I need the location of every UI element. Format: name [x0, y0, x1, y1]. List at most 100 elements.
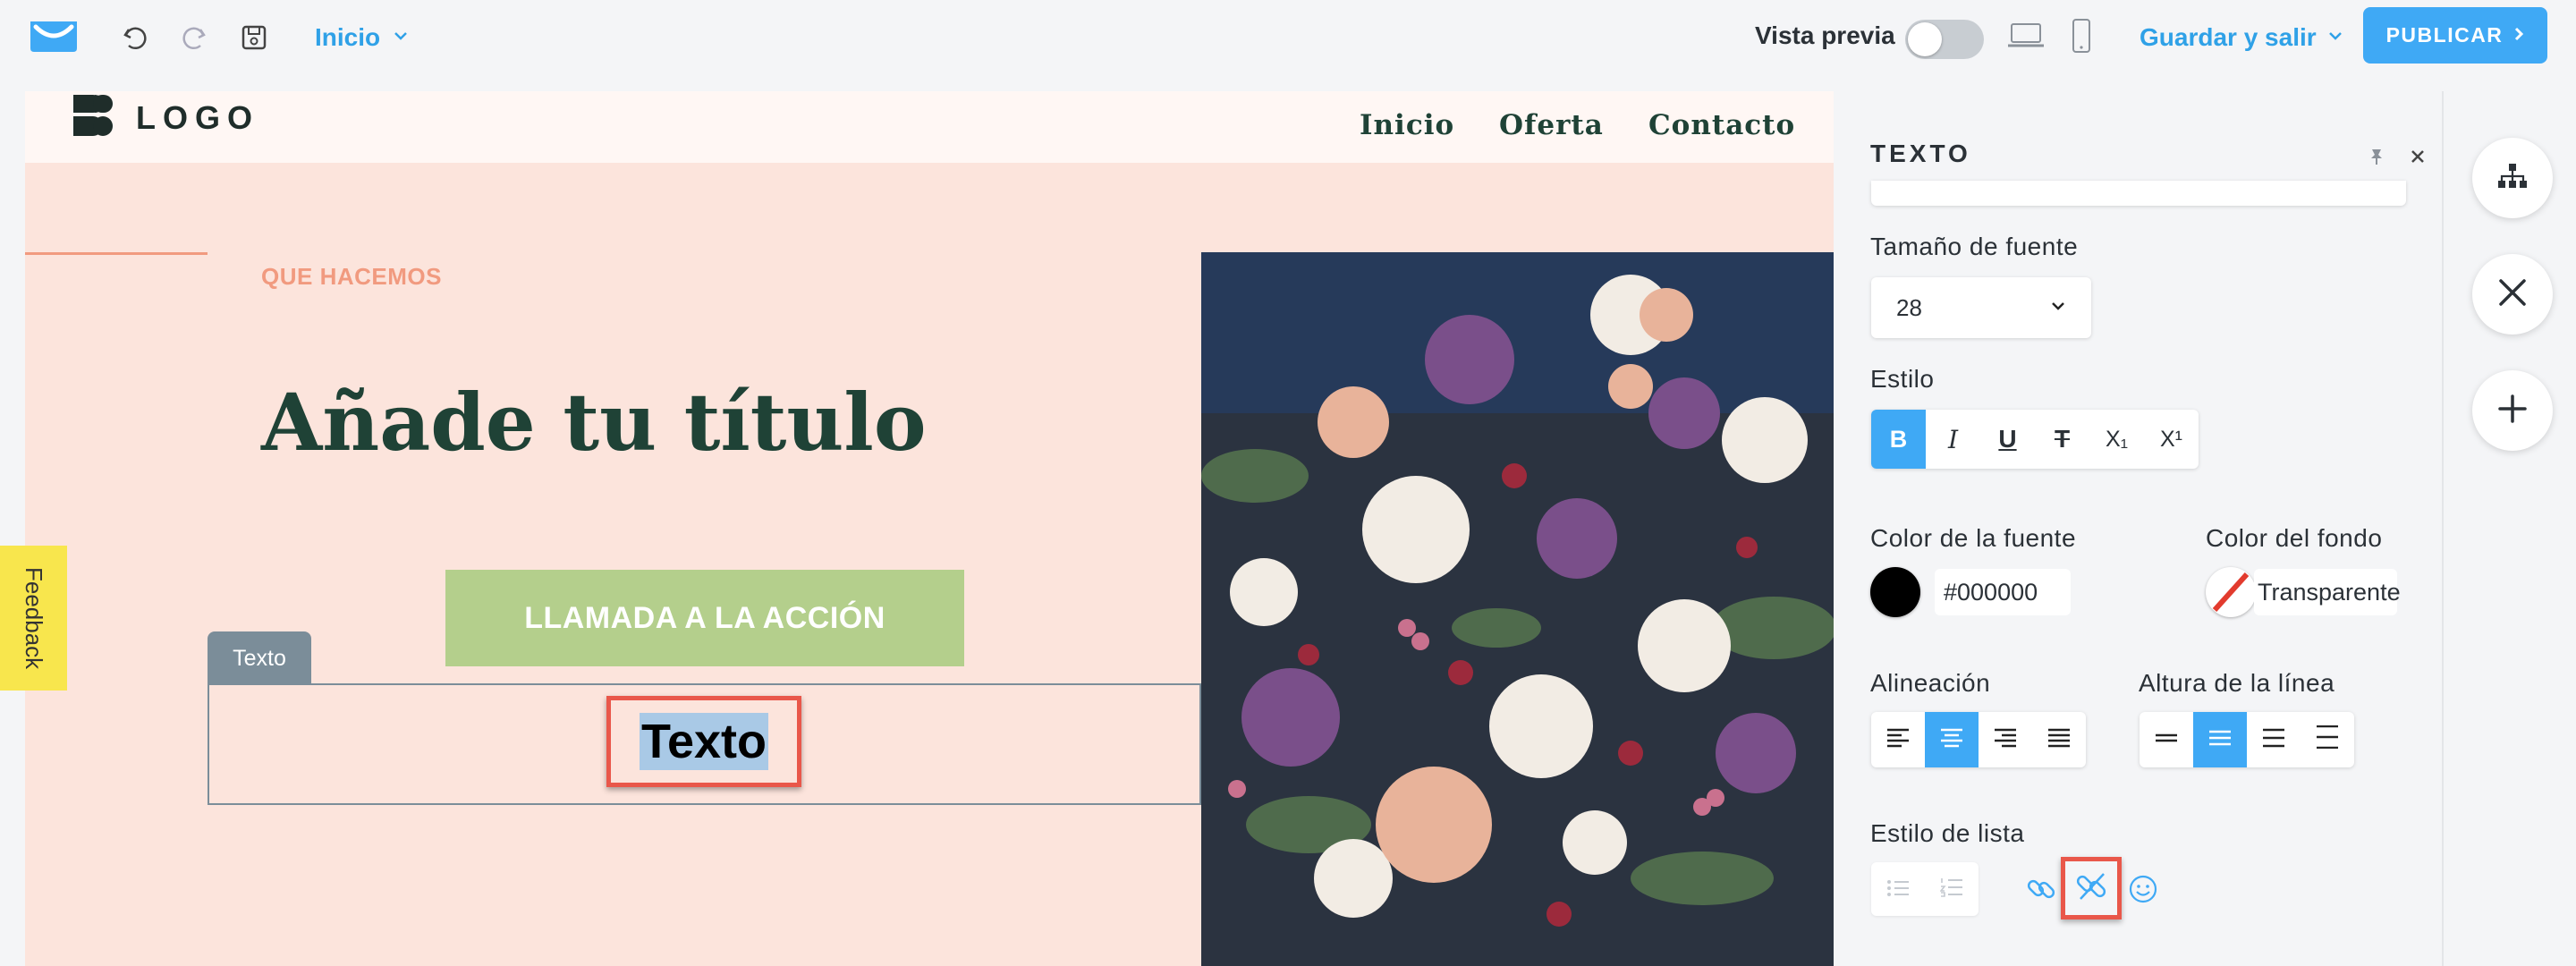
bouquet-image[interactable] — [1201, 252, 1834, 966]
font-size-select[interactable]: 28 — [1871, 277, 2091, 338]
site-logo[interactable]: LOGO — [72, 93, 259, 142]
align-label: Alineación — [1870, 669, 1991, 697]
logo-text: LOGO — [136, 98, 259, 136]
font-color-label: Color de la fuente — [1870, 524, 2077, 552]
line-height-3-button[interactable] — [2247, 712, 2301, 767]
pin-icon[interactable] — [2363, 143, 2390, 170]
subscript-glyph: X₁ — [2105, 426, 2129, 452]
save-exit-button[interactable]: Guardar y salir — [2140, 21, 2343, 54]
selected-text: Texto — [639, 713, 768, 770]
bold-button[interactable]: B — [1871, 410, 1926, 469]
align-right-icon — [1994, 725, 2017, 754]
add-element-button[interactable] — [2472, 370, 2553, 451]
accent-line — [25, 252, 208, 255]
page-canvas: LOGO Inicio Oferta Contacto QUE HACEMOS … — [25, 91, 1834, 966]
line-height-normal-icon — [2208, 725, 2232, 754]
strikethrough-button[interactable]: T — [2035, 410, 2089, 469]
redo-icon[interactable] — [175, 20, 211, 55]
bg-color-swatch[interactable] — [2206, 567, 2256, 617]
bullet-list-button[interactable] — [1871, 862, 1925, 916]
chevron-down-icon — [2327, 30, 2343, 46]
align-toolbar — [1871, 712, 2086, 767]
mobile-view-icon[interactable] — [2066, 16, 2097, 55]
style-toolbar: B I U T X₁ X¹ — [1871, 410, 2199, 469]
emoji-icon[interactable] — [2125, 871, 2161, 907]
save-icon[interactable] — [236, 20, 272, 55]
nav-link-contacto[interactable]: Contacto — [1648, 109, 1795, 141]
superscript-button[interactable]: X¹ — [2144, 410, 2199, 469]
font-size-label: Tamaño de fuente — [1870, 233, 2079, 260]
publish-button[interactable]: PUBLICAR — [2363, 7, 2547, 64]
numbered-list-icon — [1939, 875, 1963, 903]
text-settings-panel: TEXTO Tamaño de fuente 28 Estilo B I U T… — [1852, 91, 2442, 966]
font-family-select[interactable] — [1871, 181, 2406, 206]
link-icon[interactable] — [2021, 869, 2061, 909]
unlink-button[interactable] — [2061, 857, 2122, 919]
panel-title: TEXTO — [1870, 140, 1971, 167]
bold-glyph: B — [1889, 425, 1908, 453]
top-toolbar: Inicio Vista previa Guardar y salir PUBL… — [0, 0, 2576, 73]
hero-title[interactable]: Añade tu título — [261, 376, 927, 469]
preview-label: Vista previa — [1755, 21, 1895, 49]
undo-icon[interactable] — [118, 20, 154, 55]
page-select[interactable]: Inicio — [315, 21, 409, 54]
line-height-label: Altura de la línea — [2139, 669, 2335, 697]
chevron-down-icon — [393, 30, 409, 46]
nav-link-oferta[interactable]: Oferta — [1499, 109, 1604, 141]
align-left-icon — [1886, 725, 1910, 754]
app-logo-icon[interactable] — [27, 18, 80, 55]
style-label: Estilo — [1870, 365, 1935, 393]
sitemap-icon — [2496, 163, 2529, 194]
cta-label: LLAMADA A LA ACCIÓN — [524, 600, 886, 635]
superscript-glyph: X¹ — [2160, 426, 2182, 452]
underline-button[interactable]: U — [1980, 410, 2035, 469]
subscript-button[interactable]: X₁ — [2089, 410, 2144, 469]
bg-color-input[interactable]: Transparente — [2254, 569, 2401, 615]
align-justify-button[interactable] — [2032, 712, 2086, 767]
line-height-loose-icon — [2262, 725, 2285, 754]
font-size-value: 28 — [1896, 293, 1922, 321]
align-justify-icon — [2047, 725, 2071, 754]
feedback-tab[interactable]: Feedback — [0, 546, 67, 691]
align-center-button[interactable] — [1925, 712, 1979, 767]
bg-color-value: Transparente — [2258, 578, 2401, 606]
plus-icon — [2497, 394, 2528, 428]
unlink-icon — [2073, 869, 2109, 909]
section-eyebrow: QUE HACEMOS — [261, 263, 442, 290]
align-right-button[interactable] — [1979, 712, 2032, 767]
cross-tools-icon — [2497, 277, 2528, 312]
highlighted-text[interactable]: Texto — [606, 696, 801, 787]
page-select-label: Inicio — [315, 23, 381, 51]
nav-link-inicio[interactable]: Inicio — [1360, 109, 1454, 141]
close-panel-icon[interactable] — [2404, 143, 2431, 170]
bg-color-label: Color del fondo — [2206, 524, 2383, 552]
align-left-button[interactable] — [1871, 712, 1925, 767]
text-block-tag: Texto — [208, 631, 311, 685]
italic-glyph: I — [1947, 424, 1959, 454]
font-color-input[interactable]: #000000 — [1935, 569, 2071, 615]
tools-button[interactable] — [2472, 254, 2553, 335]
line-height-2-button[interactable] — [2193, 712, 2247, 767]
numbered-list-button[interactable] — [1925, 862, 1979, 916]
line-height-wide-icon — [2316, 724, 2339, 755]
text-block-tag-label: Texto — [233, 645, 286, 671]
right-rail — [2442, 91, 2576, 966]
font-color-swatch[interactable] — [1870, 567, 1920, 617]
list-style-label: Estilo de lista — [1870, 819, 2025, 847]
chevron-right-icon — [2513, 23, 2524, 47]
line-height-4-button[interactable] — [2301, 712, 2354, 767]
desktop-view-icon[interactable] — [2005, 18, 2046, 54]
preview-toggle[interactable] — [1905, 20, 1984, 59]
structure-button[interactable] — [2472, 138, 2553, 218]
font-color-value: #000000 — [1944, 578, 2038, 606]
italic-button[interactable]: I — [1926, 410, 1980, 469]
site-navbar: LOGO Inicio Oferta Contacto — [25, 91, 1834, 163]
line-height-toolbar — [2140, 712, 2354, 767]
bullet-list-icon — [1886, 875, 1910, 903]
line-height-tight-icon — [2155, 725, 2178, 754]
align-center-icon — [1940, 725, 1963, 754]
line-height-1-button[interactable] — [2140, 712, 2193, 767]
chevron-down-icon — [2050, 300, 2066, 316]
cta-button[interactable]: LLAMADA A LA ACCIÓN — [445, 570, 964, 666]
publish-label: PUBLICAR — [2385, 23, 2504, 47]
